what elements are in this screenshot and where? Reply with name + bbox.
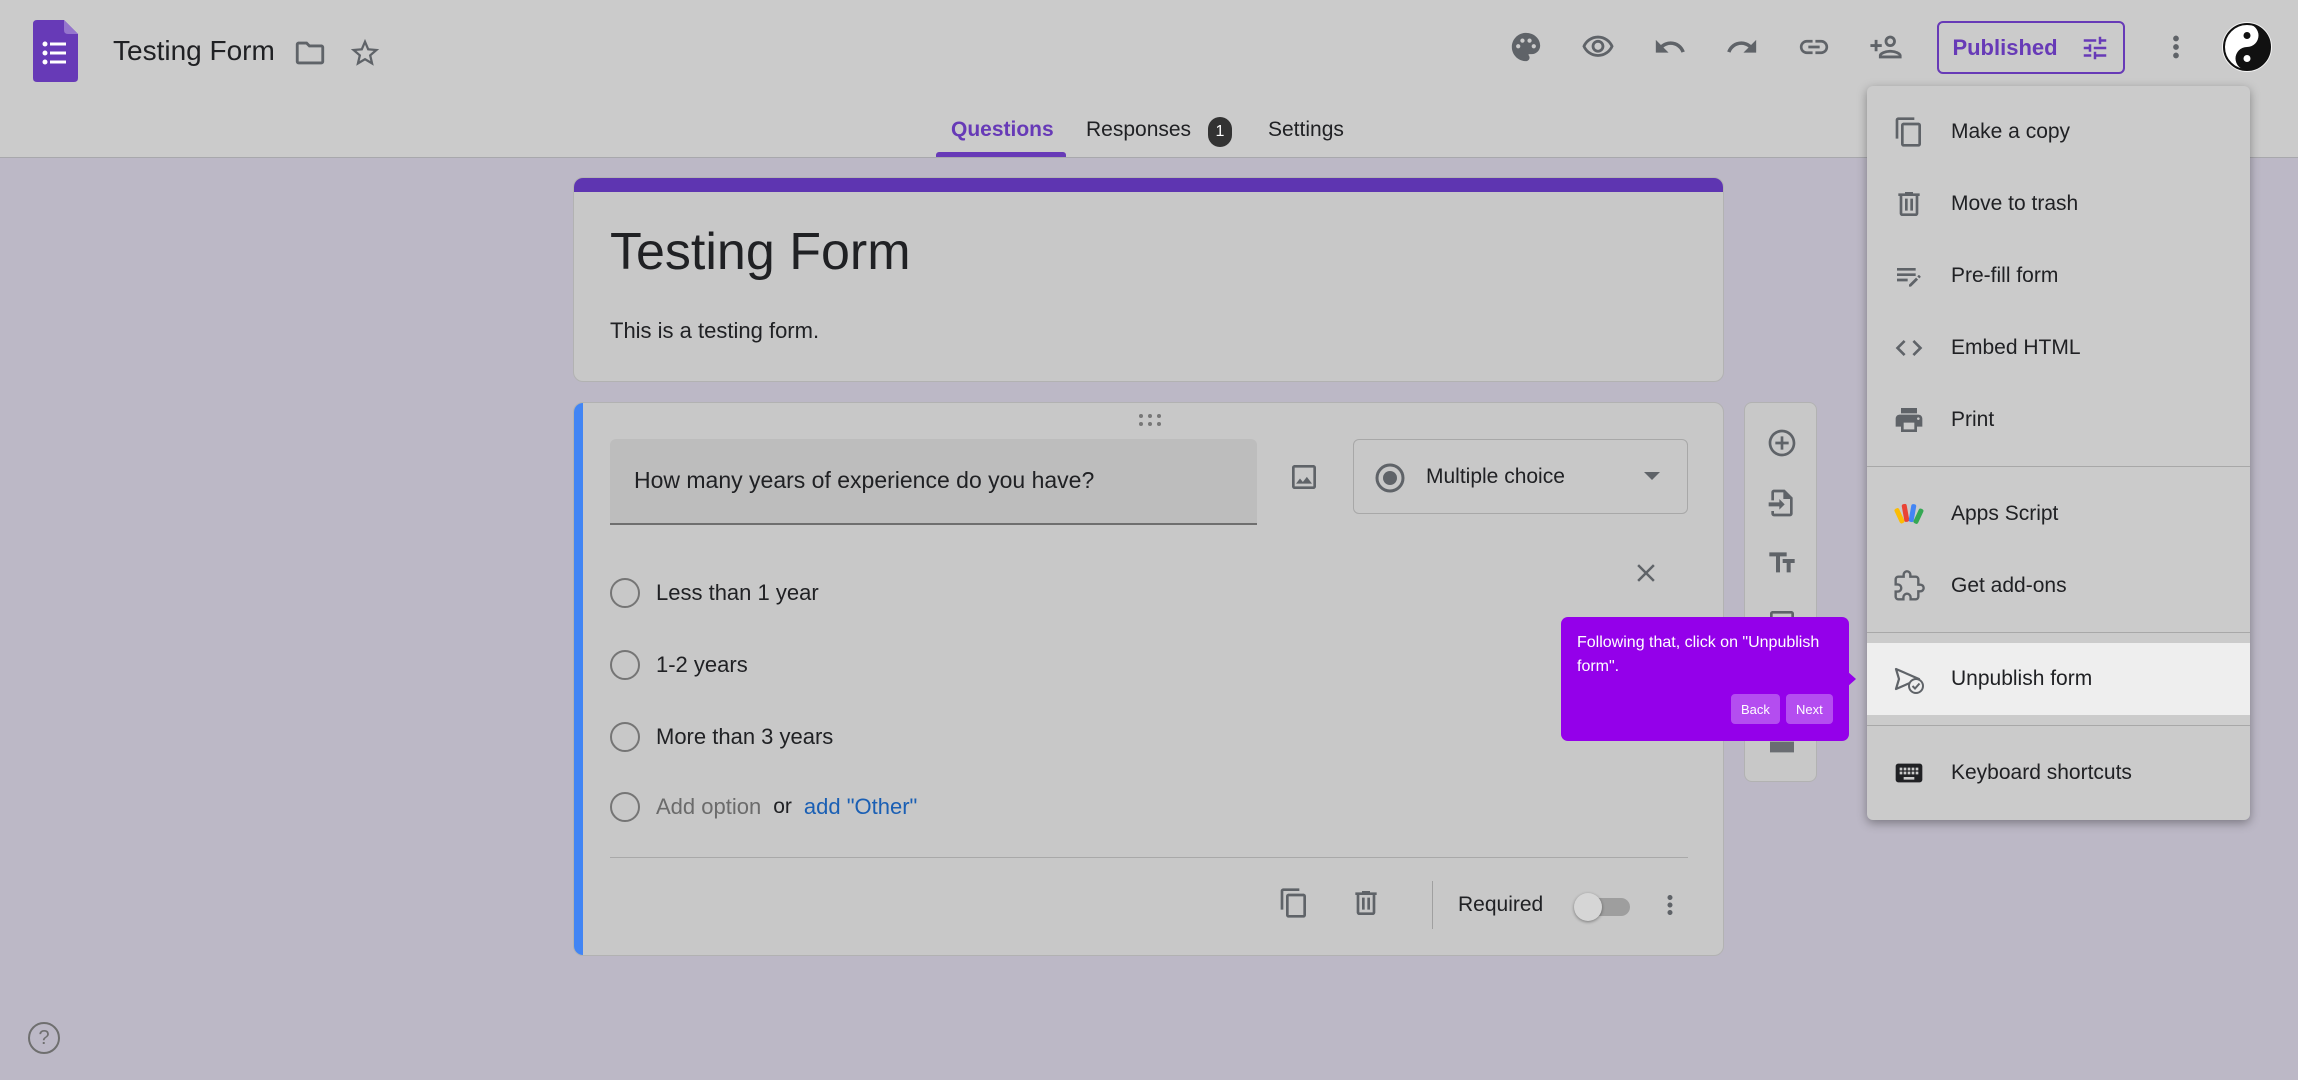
menu-item-unpublish-form[interactable]: Unpublish form [1867,643,2250,715]
menu-item-label: Apps Script [1951,502,2059,525]
document-title[interactable]: Testing Form [113,35,275,67]
option-label[interactable]: More than 3 years [656,724,833,750]
or-text: or [773,795,792,818]
add-collaborator-icon[interactable] [1862,23,1910,71]
add-title-icon[interactable] [1762,543,1802,583]
tooltip-arrow [1847,671,1856,687]
guide-tooltip: Following that, click on "Unpublish form… [1561,617,1856,741]
prefill-icon [1891,258,1927,294]
puzzle-icon [1891,568,1927,604]
add-option-row: Add option or add "Other" [610,787,917,827]
more-options-icon[interactable] [2152,23,2200,71]
radio-checked-icon [1375,463,1405,493]
radio-button [610,792,640,822]
menu-item-apps-script[interactable]: Apps Script [1867,478,2250,550]
tooltip-back-button[interactable]: Back [1731,694,1780,724]
form-title[interactable]: Testing Form [610,222,911,282]
toggle-thumb [1574,893,1602,921]
add-question-icon[interactable] [1762,423,1802,463]
code-icon [1891,330,1927,366]
divider [610,857,1688,858]
duplicate-icon[interactable] [1274,883,1314,923]
tooltip-text: Following that, click on "Unpublish form… [1577,634,1820,675]
palette-icon[interactable] [1502,23,1550,71]
option-item[interactable]: More than 3 years [610,717,833,757]
add-option-input[interactable]: Add option [656,794,761,820]
yin-yang-icon [2223,23,2271,71]
question-title-input[interactable]: How many years of experience do you have… [610,439,1257,525]
add-image-icon[interactable] [1282,455,1326,499]
menu-item-label: Embed HTML [1951,336,2081,359]
drag-handle-icon[interactable] [1137,413,1163,427]
menu-item-label: Unpublish form [1951,667,2093,690]
apps-script-icon [1891,496,1927,532]
menu-item-print[interactable]: Print [1867,384,2250,456]
question-title-text: How many years of experience do you have… [634,467,1095,493]
menu-item-label: Keyboard shortcuts [1951,761,2132,784]
required-toggle[interactable] [1574,893,1630,921]
redo-icon[interactable] [1718,23,1766,71]
menu-item-label: Make a copy [1951,120,2071,143]
active-tab-indicator [936,152,1066,157]
tune-icon [2083,36,2106,59]
menu-item-keyboard-shortcuts[interactable]: Keyboard shortcuts [1867,737,2250,809]
delete-icon[interactable] [1346,883,1386,923]
help-icon[interactable]: ? [28,1022,60,1054]
star-icon[interactable] [341,29,389,77]
footer-separator [1432,881,1433,929]
question-type-dropdown[interactable]: Multiple choice [1353,439,1688,514]
responses-count-badge: 1 [1208,117,1232,147]
option-label[interactable]: Less than 1 year [656,580,819,606]
theme-accent-bar [574,178,1723,192]
avatar[interactable] [2222,22,2272,72]
preview-eye-icon[interactable] [1574,23,1622,71]
tab-settings[interactable]: Settings [1268,118,1344,142]
menu-item-label: Pre-fill form [1951,264,2059,287]
form-description[interactable]: This is a testing form. [610,318,819,344]
radio-button [610,722,640,752]
question-card[interactable]: How many years of experience do you have… [573,402,1724,956]
keyboard-icon [1891,755,1927,791]
active-question-indicator [574,403,583,955]
required-label: Required [1458,893,1544,916]
undo-icon[interactable] [1646,23,1694,71]
remove-option-icon[interactable] [1626,553,1666,593]
menu-item-make-a-copy[interactable]: Make a copy [1867,96,2250,168]
menu-item-pre-fill-form[interactable]: Pre-fill form [1867,240,2250,312]
tooltip-next-button[interactable]: Next [1786,694,1833,724]
tab-responses[interactable]: Responses [1086,118,1191,142]
option-label[interactable]: 1-2 years [656,652,748,678]
unpublish-icon [1891,661,1927,697]
radio-button [610,650,640,680]
published-label: Published [1952,34,2058,60]
option-item[interactable]: Less than 1 year [610,573,819,613]
form-title-card[interactable]: Testing Form This is a testing form. [573,177,1724,382]
add-other-link[interactable]: add "Other" [804,794,917,820]
menu-item-label: Print [1951,408,1995,431]
tab-questions[interactable]: Questions [951,118,1054,142]
menu-item-embed-html[interactable]: Embed HTML [1867,312,2250,384]
menu-divider [1867,725,2250,726]
menu-item-move-to-trash[interactable]: Move to trash [1867,168,2250,240]
chevron-down-icon [1644,472,1660,480]
print-icon [1891,402,1927,438]
link-icon[interactable] [1790,23,1838,71]
more-options-menu: Make a copy Move to trash Pre-fill form … [1867,86,2250,820]
menu-divider [1867,466,2250,467]
radio-button [610,578,640,608]
menu-divider [1867,632,2250,633]
published-button[interactable]: Published [1937,21,2125,74]
question-more-icon[interactable] [1652,885,1688,925]
forms-logo-icon[interactable] [33,20,78,82]
copy-icon [1891,114,1927,150]
trash-icon [1891,186,1927,222]
menu-item-label: Get add-ons [1951,574,2067,597]
menu-item-label: Move to trash [1951,192,2079,215]
question-type-label: Multiple choice [1426,465,1565,488]
option-item[interactable]: 1-2 years [610,645,748,685]
import-questions-icon[interactable] [1762,483,1802,523]
menu-item-get-add-ons[interactable]: Get add-ons [1867,550,2250,622]
folder-icon[interactable] [286,29,334,77]
